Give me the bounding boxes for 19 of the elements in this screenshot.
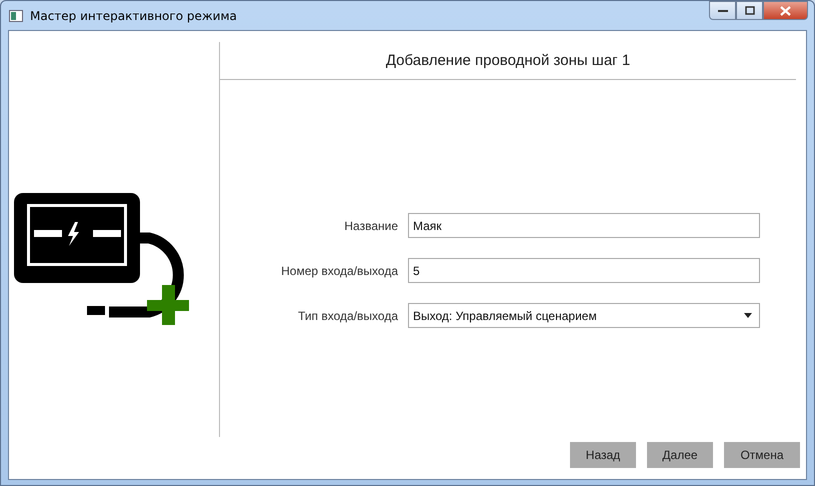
app-icon [9, 10, 23, 22]
wizard-button[interactable]: Назад [570, 442, 636, 468]
maximize-button[interactable] [736, 1, 763, 20]
maximize-icon [744, 6, 754, 15]
step-heading: Добавление проводной зоны шаг 1 [386, 52, 630, 69]
input-field[interactable]: 5 [408, 258, 760, 283]
field-label: Тип входа/выхода [297, 308, 398, 322]
input-field[interactable]: Маяк [408, 213, 760, 238]
wizard-button[interactable]: Отмена [724, 442, 800, 468]
close-icon [780, 6, 791, 16]
minimize-button[interactable] [709, 1, 736, 20]
dropdown[interactable]: Выход: Управляемый сценарием [408, 303, 760, 328]
minimize-icon [718, 8, 728, 12]
wizard-button[interactable]: Далее [647, 442, 713, 468]
caret-icon [744, 313, 752, 318]
window-title: Мастер интерактивного режима [30, 8, 237, 22]
field-label: Номер входа/выхода [280, 264, 398, 278]
field-label: Название [343, 218, 398, 232]
close-button[interactable] [763, 1, 808, 20]
